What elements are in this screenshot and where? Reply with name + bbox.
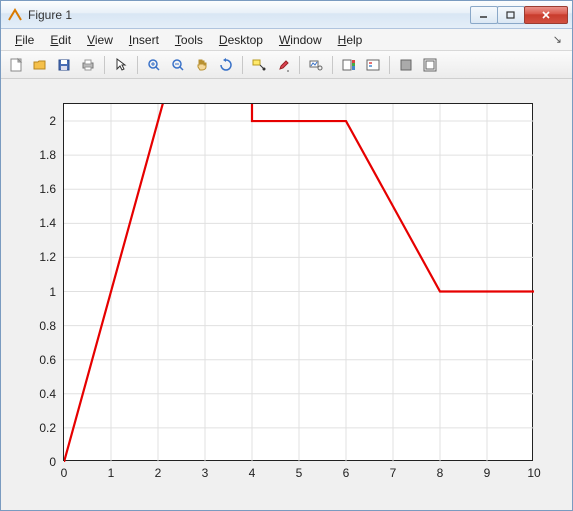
x-tick-label: 1 [108,466,115,480]
link-plot-icon[interactable] [305,54,327,76]
colorbar-icon[interactable] [338,54,360,76]
data-cursor-icon[interactable] [248,54,270,76]
rotate-icon[interactable] [215,54,237,76]
minimize-button[interactable] [470,6,498,24]
menubar: File Edit View Insert Tools Desktop Wind… [1,29,572,51]
dock-icon[interactable] [419,54,441,76]
y-tick-label: 0.6 [26,353,56,367]
new-figure-icon[interactable] [5,54,27,76]
print-icon[interactable] [77,54,99,76]
x-tick-label: 10 [527,466,540,480]
window-title: Figure 1 [28,8,471,22]
y-tick-label: 1.6 [26,182,56,196]
x-tick-label: 6 [343,466,350,480]
dock-corner-icon[interactable]: ↘ [553,33,566,46]
plot-axes[interactable]: 01234567891000.20.40.60.811.21.41.61.82 [63,103,533,461]
x-tick-label: 3 [202,466,209,480]
y-tick-label: 1 [26,285,56,299]
menu-help[interactable]: Help [330,31,371,49]
open-icon[interactable] [29,54,51,76]
y-tick-label: 0 [26,455,56,469]
x-tick-label: 7 [390,466,397,480]
menu-window[interactable]: Window [271,31,330,49]
y-tick-label: 1.2 [26,250,56,264]
figure-window: Figure 1 File Edit View Insert Tools Des… [0,0,573,511]
zoom-out-icon[interactable] [167,54,189,76]
x-tick-label: 4 [249,466,256,480]
menu-edit[interactable]: Edit [42,31,79,49]
chart-svg [64,104,532,460]
toolbar [1,51,572,79]
menu-file[interactable]: File [7,31,42,49]
y-tick-label: 0.4 [26,387,56,401]
x-tick-label: 5 [296,466,303,480]
y-tick-label: 0.8 [26,319,56,333]
y-tick-label: 2 [26,114,56,128]
y-tick-label: 1.8 [26,148,56,162]
y-tick-label: 1.4 [26,216,56,230]
menu-desktop[interactable]: Desktop [211,31,271,49]
hide-tools-icon[interactable] [395,54,417,76]
titlebar: Figure 1 [1,1,572,29]
maximize-button[interactable] [497,6,525,24]
chart-area: 0 1 2 3 4 5 6 7 8 9 10 0 0.2 0.4 0.6 0.8 1 1.2 1.4 1.6 1.8 2 [1,79,572,510]
y-tick-label: 0.2 [26,421,56,435]
window-controls [471,6,568,24]
app-icon [7,7,23,23]
close-button[interactable] [524,6,568,24]
x-tick-label: 2 [155,466,162,480]
menu-insert[interactable]: Insert [121,31,167,49]
legend-icon[interactable] [362,54,384,76]
menu-tools[interactable]: Tools [167,31,211,49]
x-tick-label: 0 [61,466,68,480]
x-tick-label: 8 [437,466,444,480]
brush-icon[interactable] [272,54,294,76]
zoom-in-icon[interactable] [143,54,165,76]
x-tick-label: 9 [484,466,491,480]
pan-icon[interactable] [191,54,213,76]
pointer-icon[interactable] [110,54,132,76]
save-icon[interactable] [53,54,75,76]
menu-view[interactable]: View [79,31,121,49]
